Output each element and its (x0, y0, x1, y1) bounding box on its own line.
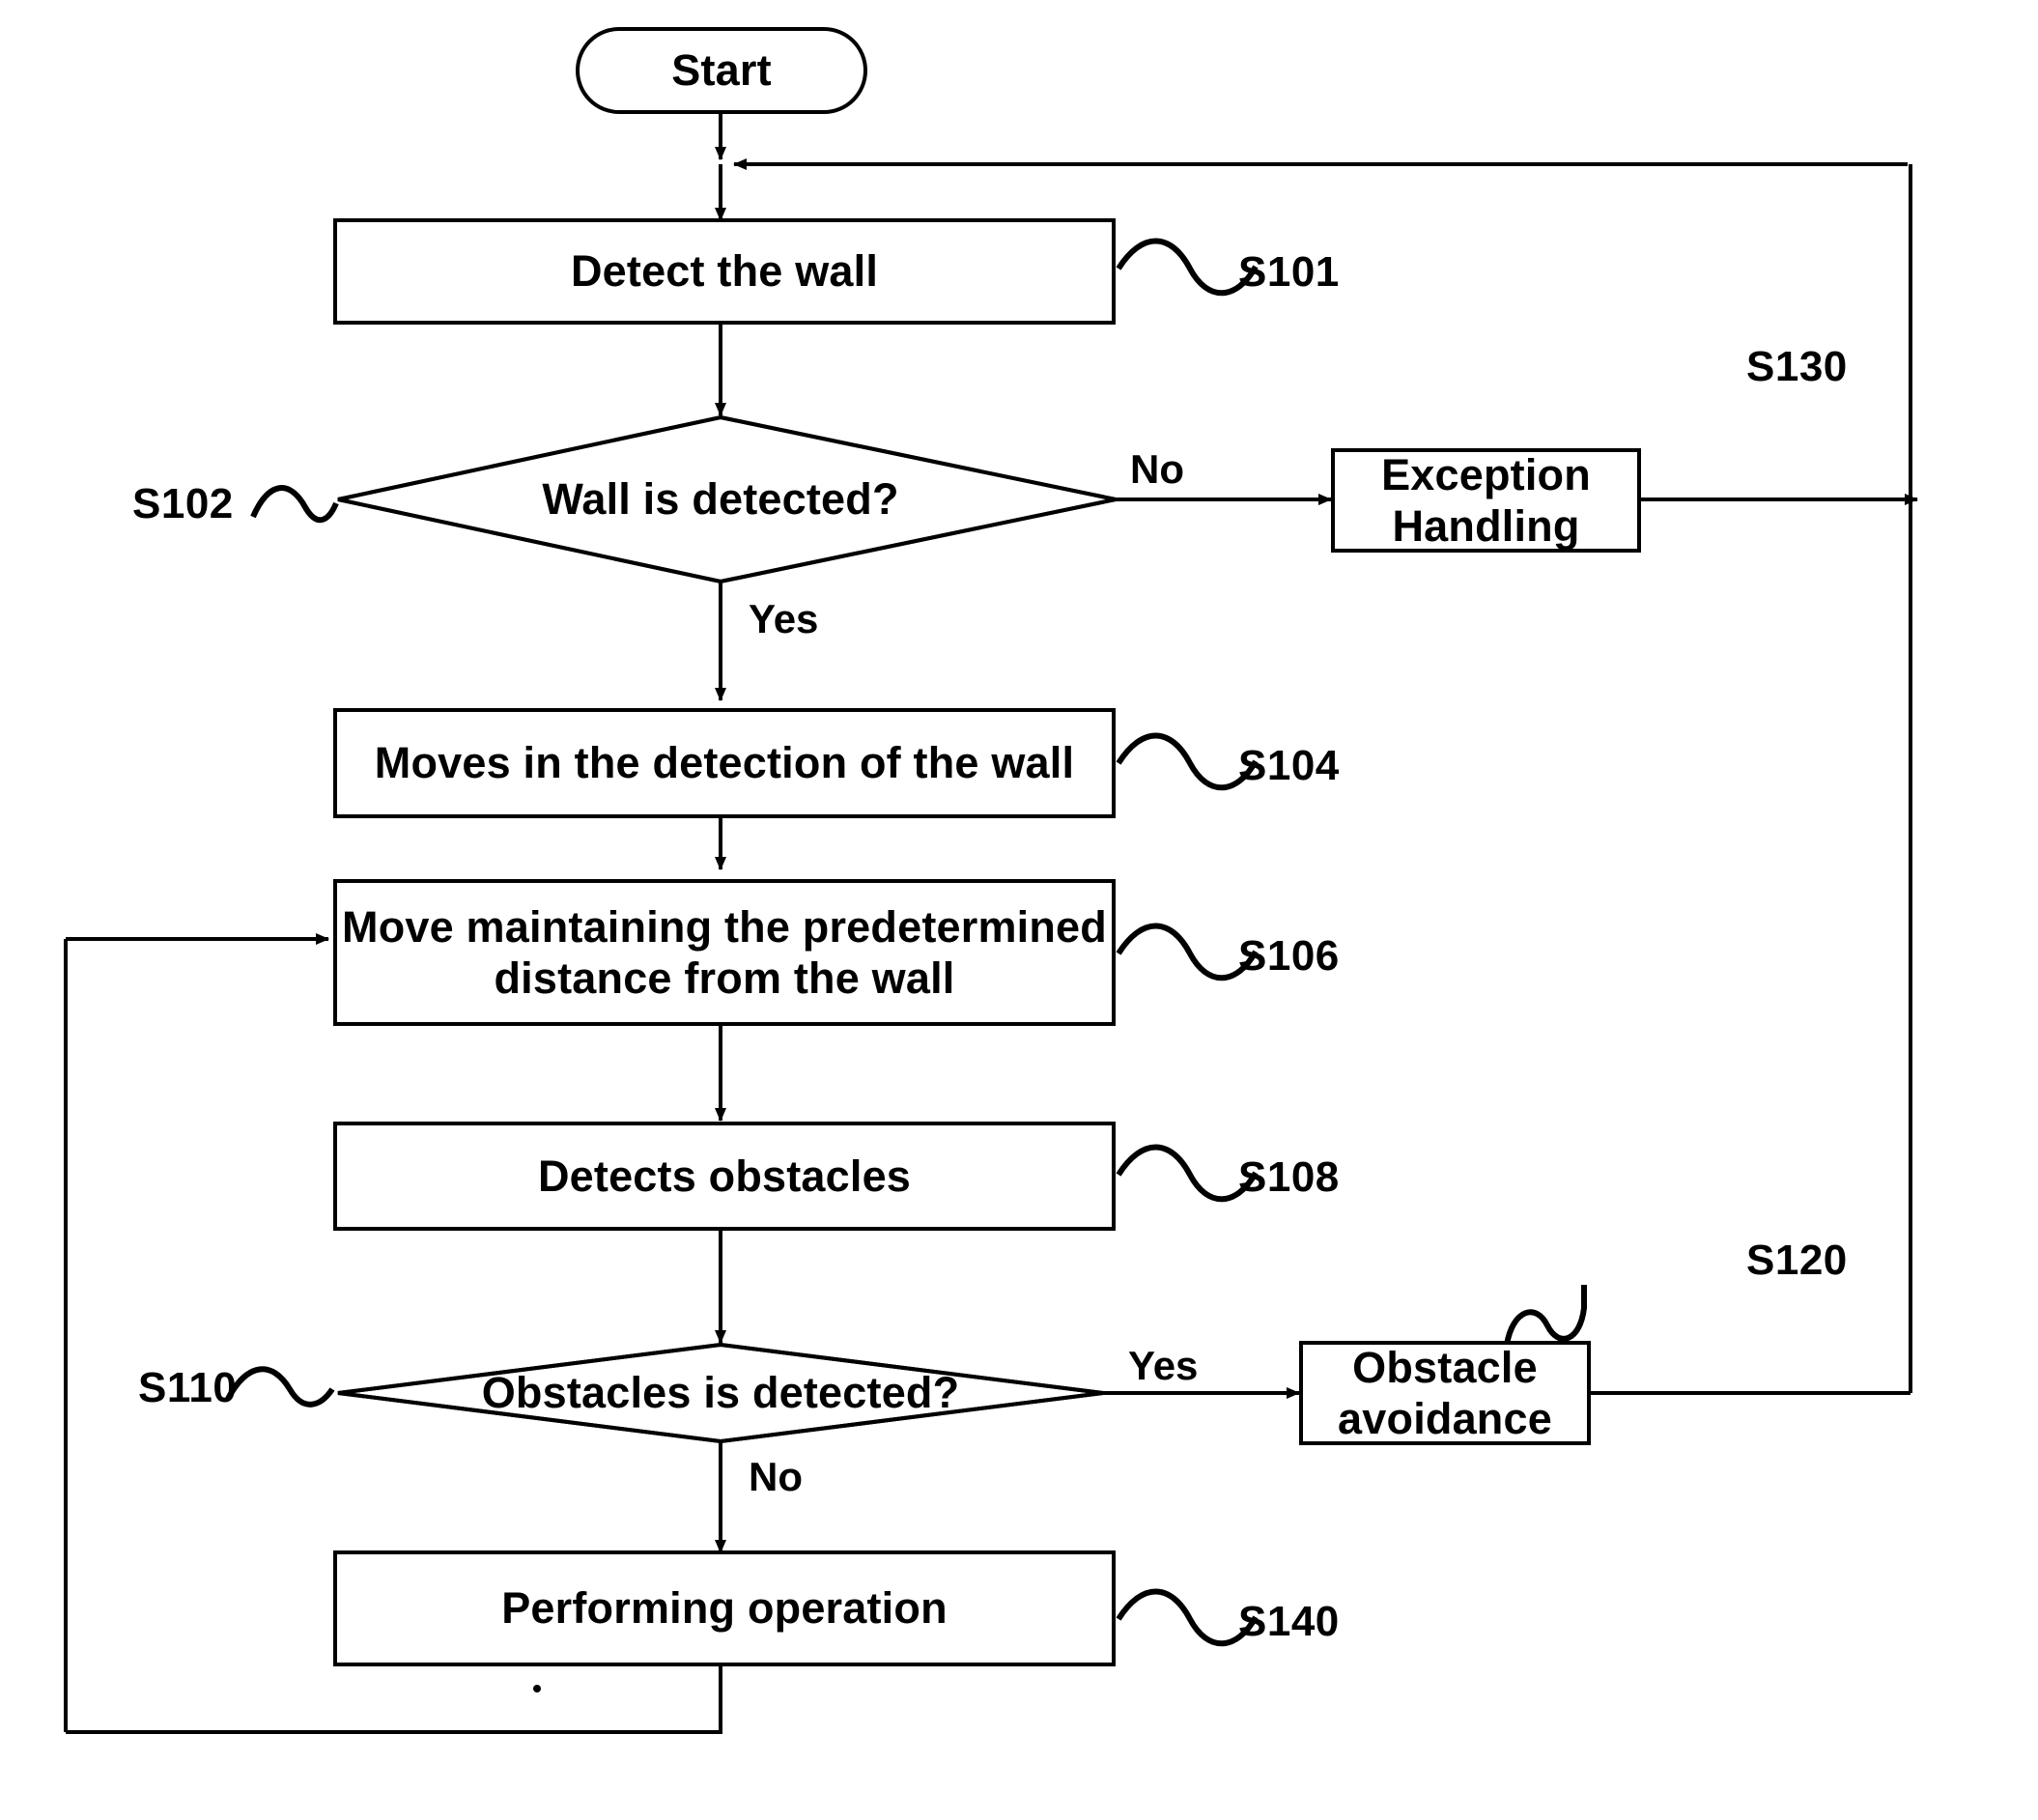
ref-label-s104: S104 (1238, 742, 1340, 789)
shape-diamond-wall-detected (337, 414, 1117, 584)
flowchart-canvas: Start Detect the wall Wall is detected? … (0, 0, 2038, 1820)
shape-move-maintaining (333, 879, 1116, 1026)
shape-performing-operation (333, 1550, 1116, 1666)
ref-label-s120: S120 (1746, 1237, 1848, 1284)
ref-label-s108: S108 (1238, 1153, 1340, 1201)
squiggle-s101 (1116, 238, 1259, 297)
edge-label-wall-no: No (1130, 446, 1184, 492)
shape-exception-handling (1331, 448, 1641, 553)
ref-label-s101: S101 (1238, 248, 1340, 296)
shape-detect-wall (333, 218, 1116, 325)
squiggle-s108 (1116, 1144, 1259, 1203)
ref-label-s110: S110 (138, 1364, 238, 1411)
edge-label-obstacle-yes: Yes (1128, 1343, 1199, 1388)
squiggle-s104 (1116, 732, 1259, 791)
squiggle-s106 (1116, 923, 1259, 981)
squiggle-s110 (225, 1366, 335, 1408)
edge-label-wall-yes: Yes (749, 596, 819, 641)
flowchart-connectors (64, 27, 1918, 1734)
squiggle-s140 (1116, 1588, 1259, 1647)
squiggle-s120 (1504, 1285, 1587, 1346)
artifact-dot (533, 1685, 541, 1692)
edge-label-obstacle-no: No (749, 1454, 803, 1499)
shape-start (576, 27, 867, 114)
ref-label-s102: S102 (132, 480, 234, 527)
shape-obstacle-avoidance (1299, 1341, 1591, 1445)
shape-moves-detection (333, 708, 1116, 818)
ref-label-s130: S130 (1746, 343, 1848, 390)
squiggle-s102 (250, 485, 339, 523)
ref-label-s140: S140 (1238, 1598, 1340, 1645)
shape-diamond-obstacles-detected (337, 1342, 1104, 1444)
ref-label-s106: S106 (1238, 932, 1340, 980)
shape-detects-obstacles (333, 1122, 1116, 1231)
